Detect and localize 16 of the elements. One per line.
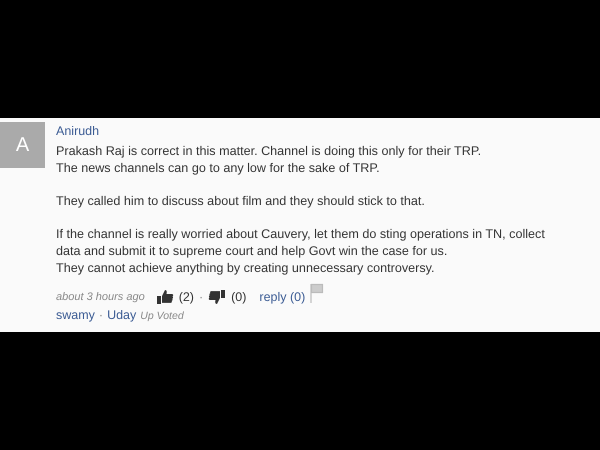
downvote-count: (0) (231, 290, 246, 304)
comment-paragraph: Prakash Raj is correct in this matter. Channel is doing this only for their TRP. The news channels can go to any low for the sake of TRP. (56, 143, 482, 177)
vote-label: Up Voted (140, 310, 184, 322)
thumbs-up-icon[interactable] (156, 289, 174, 305)
upvote-count: (2) (178, 290, 194, 304)
voter-link[interactable]: swamy (56, 308, 95, 322)
comment-paragraph: If the channel is really worried about Cauvery, let them do sting operations in TN, collect data and submit it to supreme court and help Govt win the case for us. They cannot achieve anything by creating unnecessary controversy. (56, 226, 545, 277)
voter-link[interactable]: Uday (107, 308, 136, 322)
timestamp: about 3 hours ago (56, 291, 145, 303)
separator-dot: · (198, 290, 204, 304)
separator-dot: · (98, 308, 104, 322)
comment-paragraph: They called him to discuss about film and they should stick to that. (56, 193, 426, 210)
reply-link[interactable]: reply (0) (259, 290, 306, 304)
avatar: A (0, 122, 45, 168)
author-name[interactable]: Anirudh (56, 124, 100, 138)
thumbs-down-icon[interactable] (208, 289, 226, 305)
